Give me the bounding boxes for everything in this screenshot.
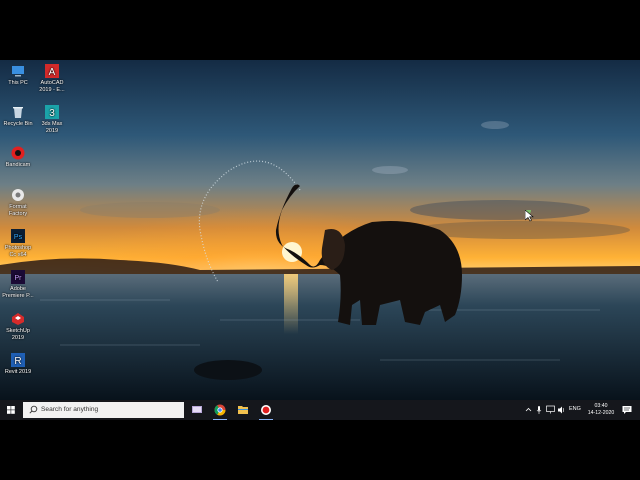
desktop-wallpaper (0, 60, 640, 400)
taskbar-recorder[interactable] (255, 400, 277, 420)
svg-text:A: A (49, 67, 56, 78)
bandicam-icon (11, 146, 25, 160)
3ds-max-icon: 3 (45, 105, 59, 119)
windows-logo-icon (7, 406, 15, 414)
recycle-bin-icon (13, 107, 23, 118)
desktop-icon-label: Revit 2019 (4, 369, 32, 375)
mouse-cursor-icon (525, 210, 534, 222)
search-placeholder: Search for anything (41, 406, 99, 413)
task-view-icon (192, 406, 202, 413)
desktop-icon-label: AutoCAD 2019 - E... (39, 80, 65, 93)
folder-icon (238, 406, 248, 414)
desktop-icon-bandicam[interactable]: Bandicam (1, 146, 35, 169)
clock-time: 03:40 (594, 403, 608, 409)
desktop-icon-label: This PC (8, 80, 28, 86)
desktop-icon-label: Bandicam (5, 162, 31, 168)
volume-icon[interactable] (557, 405, 566, 415)
this-pc-icon (12, 66, 24, 77)
desktop-icon-label: Recycle Bin (3, 121, 33, 127)
desktop-icon-sketchup[interactable]: SketchUp 2019 (1, 312, 35, 341)
svg-text:3: 3 (49, 108, 55, 119)
network-icon[interactable] (546, 405, 555, 415)
search-icon (29, 405, 38, 414)
sketchup-icon (12, 313, 24, 325)
taskbar-chrome[interactable] (209, 400, 231, 420)
svg-text:Pr: Pr (15, 275, 23, 282)
desktop-icon-autocad[interactable]: A AutoCAD 2019 - E... (35, 64, 69, 93)
desktop-icon-3ds-max[interactable]: 3 3ds Max 2019 (35, 105, 69, 134)
language-indicator[interactable]: ENG (569, 406, 581, 412)
desktop-icon-label: SketchUp 2019 (6, 328, 30, 341)
start-button[interactable] (0, 400, 22, 420)
revit-icon: R (11, 353, 25, 367)
autocad-icon: A (45, 64, 59, 78)
taskbar: Search for anything ENG 03:40 14-12-2020 (0, 400, 640, 420)
desktop-icon-format-factory[interactable]: Format Factory (1, 188, 35, 217)
desktop-icon-label: Format Factory (8, 204, 28, 217)
desktop-icon-recycle-bin[interactable]: Recycle Bin (1, 105, 35, 128)
clock-date: 14-12-2020 (587, 410, 615, 416)
taskbar-search-box[interactable]: Search for anything (23, 402, 184, 418)
format-factory-icon (12, 189, 24, 201)
desktop-screen: This PC A AutoCAD 2019 - E... Recycle Bi… (0, 60, 640, 420)
chevron-up-icon[interactable] (525, 405, 532, 415)
taskbar-clock[interactable]: 03:40 14-12-2020 (586, 403, 616, 417)
taskbar-file-explorer[interactable] (232, 400, 254, 420)
notification-icon[interactable] (622, 405, 632, 415)
desktop-icon-label: 3ds Max 2019 (41, 121, 63, 134)
desktop-icon-this-pc[interactable]: This PC (1, 64, 35, 87)
svg-text:R: R (14, 356, 21, 367)
premiere-icon: Pr (11, 270, 25, 284)
photoshop-icon: Ps (11, 229, 25, 243)
desktop-icon-photoshop[interactable]: Ps Photoshop Cc x64 (1, 229, 35, 258)
taskbar-task-view[interactable] (186, 400, 208, 420)
desktop-icon-premiere[interactable]: Pr Adobe Premiere P... (1, 270, 35, 299)
svg-text:Ps: Ps (14, 234, 23, 241)
chrome-icon (214, 404, 226, 416)
desktop-icon-revit[interactable]: R Revit 2019 (1, 353, 35, 376)
desktop-icon-label: Photoshop Cc x64 (4, 245, 32, 258)
desktop-icon-label: Adobe Premiere P... (2, 286, 34, 299)
microphone-icon[interactable] (536, 405, 542, 415)
record-icon (261, 405, 271, 415)
